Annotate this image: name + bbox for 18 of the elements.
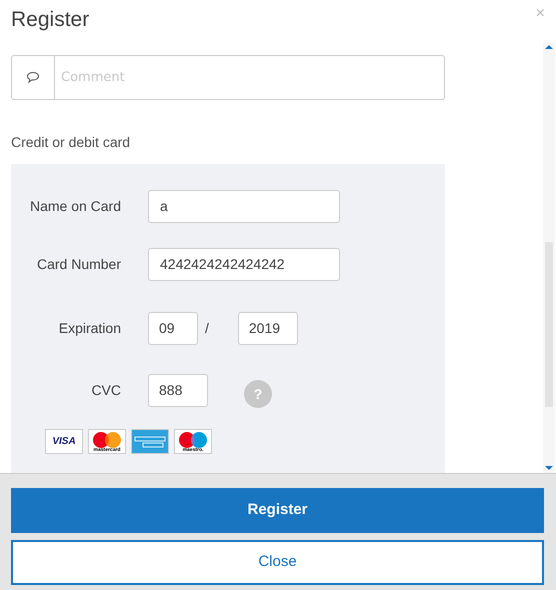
scroll-up-icon[interactable] — [544, 42, 554, 52]
month-field[interactable]: 09 — [148, 312, 198, 344]
year-field[interactable]: 2019 — [238, 312, 298, 344]
field-label: Card Number — [36, 254, 121, 274]
register-button[interactable]: Register — [11, 488, 544, 533]
amex-logo — [131, 429, 169, 454]
name-field[interactable]: a — [148, 190, 340, 222]
section-title: Credit or debit card — [11, 133, 132, 152]
field-label: Name on Card — [28, 196, 121, 216]
cvc-field[interactable]: 888 — [148, 374, 208, 406]
visa-logo: VISA — [45, 429, 83, 454]
card-number-field[interactable]: 4242424242424242 — [148, 248, 340, 280]
date-separator: / — [205, 318, 209, 338]
close-button[interactable]: Close — [11, 540, 544, 585]
field-label: CVC — [90, 380, 121, 400]
field-label: Expiration — [58, 318, 121, 338]
dialog-title: Register — [11, 7, 90, 33]
speech-bubble-icon — [26, 71, 40, 84]
